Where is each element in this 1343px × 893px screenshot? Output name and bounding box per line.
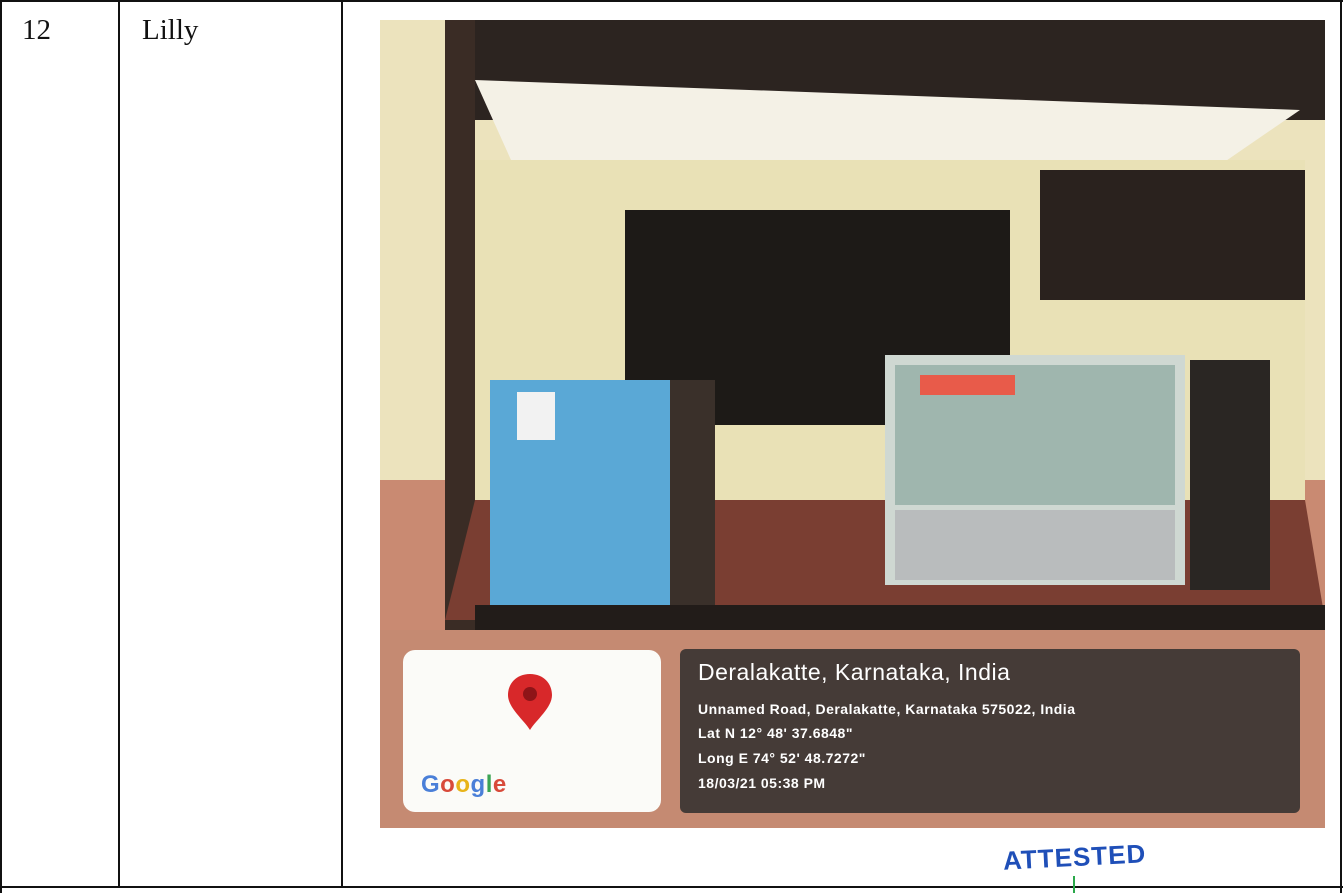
location-title: Deralakatte, Karnataka, India bbox=[698, 659, 1011, 685]
row-number: 12 bbox=[22, 14, 51, 46]
column-divider-2 bbox=[341, 0, 343, 888]
google-logo: Google bbox=[421, 771, 507, 798]
map-pin-icon bbox=[508, 674, 552, 730]
column-divider-1 bbox=[118, 0, 120, 888]
datetime-line: 18/03/21 05:38 PM bbox=[698, 775, 826, 791]
right-border bbox=[1340, 0, 1342, 893]
longitude-line: Long E 74° 52' 48.7272" bbox=[698, 750, 866, 766]
address-line: Unnamed Road, Deralakatte, Karnataka 575… bbox=[698, 701, 1076, 717]
latitude-line: Lat N 12° 48' 37.6848" bbox=[698, 725, 853, 741]
top-border bbox=[0, 0, 1343, 2]
geotag-overlay: Deralakatte, Karnataka, India Unnamed Ro… bbox=[680, 649, 1300, 813]
bottom-border bbox=[0, 886, 1343, 888]
row-name: Lilly bbox=[142, 14, 199, 46]
signature-mark bbox=[1073, 876, 1075, 893]
left-border bbox=[0, 0, 2, 893]
